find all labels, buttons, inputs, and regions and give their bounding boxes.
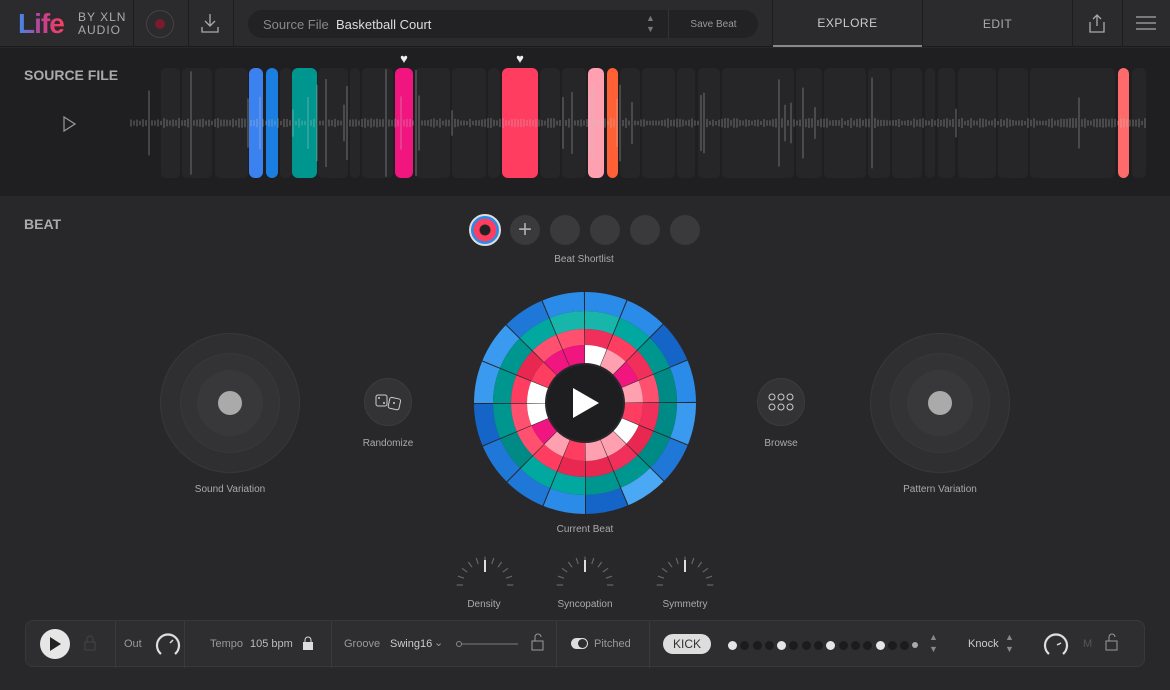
brand-text: BY XLN AUDIO [78, 11, 126, 37]
lock-icon[interactable] [302, 636, 314, 650]
sound-variation-handle[interactable] [218, 391, 242, 415]
share-icon [1089, 14, 1105, 33]
record-icon [155, 19, 165, 29]
step[interactable] [728, 640, 737, 650]
up-down-arrows-icon[interactable]: ▲ ▼ [646, 13, 655, 35]
menu-button[interactable] [1136, 15, 1156, 36]
chevron-down-icon[interactable]: ⌄ [434, 636, 443, 649]
instrument-up-down-icon[interactable]: ▲ ▼ [929, 631, 938, 655]
dice-icon [375, 394, 402, 411]
shortlist-slot[interactable] [590, 215, 620, 245]
tab-edit[interactable]: EDIT [923, 0, 1072, 47]
record-button[interactable] [146, 10, 174, 38]
step[interactable] [875, 640, 885, 650]
tab-explore[interactable]: EXPLORE [773, 0, 922, 47]
out-label: Out [124, 638, 142, 650]
unlock-icon[interactable] [1105, 633, 1119, 651]
shortlist-slot[interactable] [550, 215, 580, 245]
randomize-label: Randomize [362, 438, 414, 449]
step[interactable] [764, 640, 774, 650]
groove-label: Groove [344, 638, 381, 650]
play-icon [50, 637, 61, 651]
sound-name[interactable]: Knock [968, 638, 999, 650]
out-volume-knob[interactable] [154, 631, 182, 659]
play-icon [573, 388, 599, 418]
logo: Life [18, 8, 65, 39]
slice[interactable] [452, 68, 486, 178]
share-button[interactable] [1088, 13, 1106, 38]
step[interactable] [887, 640, 897, 650]
step[interactable] [777, 640, 787, 650]
waveform[interactable]: ♥ ♥ [0, 48, 1170, 196]
download-icon [201, 14, 219, 33]
mute-button[interactable]: M [1083, 638, 1092, 650]
browse-label: Browse [764, 438, 798, 449]
hamburger-icon [1136, 16, 1156, 30]
heart-icon[interactable]: ♥ [516, 51, 524, 66]
pitched-toggle[interactable] [571, 638, 588, 649]
source-file-label: Source File [263, 17, 329, 32]
add-to-shortlist-button[interactable]: + [510, 215, 540, 245]
groove-amount-slider[interactable] [456, 641, 518, 647]
grid-dots-icon [768, 393, 794, 411]
beat-shortlist-label: Beat Shortlist [554, 254, 614, 265]
brand-line2: AUDIO [78, 23, 122, 37]
sound-variation-pad[interactable] [160, 333, 300, 473]
active-slice[interactable] [607, 68, 618, 178]
shortlist-slot[interactable] [670, 215, 700, 245]
pattern-variation-handle[interactable] [928, 391, 952, 415]
current-beat-play-button[interactable] [547, 365, 623, 441]
step-sequence[interactable] [728, 639, 919, 651]
step[interactable] [789, 640, 799, 650]
dials [456, 556, 714, 586]
step[interactable] [826, 640, 836, 650]
top-bar: Life BY XLN AUDIO Source File Basketball … [0, 0, 1170, 47]
bottom-bar: Out Tempo 105 bpm Groove Swing16 ⌄ Pitch… [25, 620, 1145, 668]
instrument-volume-knob[interactable] [1042, 631, 1070, 659]
symmetry-label: Symmetry [662, 599, 708, 610]
step[interactable] [850, 640, 860, 650]
shortlist-slot[interactable] [630, 215, 660, 245]
step[interactable] [801, 640, 811, 650]
unlock-icon[interactable] [531, 633, 545, 651]
step[interactable] [912, 642, 919, 648]
sound-variation-label: Sound Variation [194, 484, 266, 495]
source-file-selector[interactable]: Source File Basketball Court ▲ ▼ Save Bea… [248, 10, 758, 38]
current-beat-label: Current Beat [556, 524, 614, 535]
beat-title: BEAT [24, 216, 62, 232]
tempo-value[interactable]: 105 bpm [250, 638, 293, 650]
step[interactable] [740, 640, 750, 650]
slider-handle[interactable] [456, 641, 462, 647]
randomize-button[interactable] [364, 378, 412, 426]
slice[interactable] [415, 68, 450, 178]
step[interactable] [838, 640, 848, 650]
slice[interactable] [215, 68, 248, 178]
step[interactable] [900, 640, 910, 650]
pattern-variation-pad[interactable] [870, 333, 1010, 473]
browse-button[interactable] [757, 378, 805, 426]
step[interactable] [814, 640, 824, 650]
syncopation-label: Syncopation [557, 599, 613, 610]
density-label: Density [467, 599, 501, 610]
plus-icon: + [517, 216, 532, 243]
save-beat-button[interactable]: Save Beat [668, 10, 758, 38]
pattern-variation-label: Pattern Variation [903, 484, 977, 495]
lock-icon[interactable] [84, 635, 96, 651]
shortlist-beat-1[interactable] [469, 214, 501, 246]
tempo-label: Tempo [210, 638, 244, 650]
source-file-value: Basketball Court [336, 17, 432, 32]
download-button[interactable] [200, 12, 220, 39]
heart-icon[interactable]: ♥ [400, 51, 408, 66]
step[interactable] [752, 640, 762, 650]
step[interactable] [863, 640, 873, 650]
pitched-label: Pitched [594, 638, 631, 650]
instrument-kick-button[interactable]: KICK [663, 634, 711, 654]
play-button[interactable] [40, 629, 70, 659]
groove-value[interactable]: Swing16 [390, 638, 432, 650]
sound-up-down-icon[interactable]: ▲ ▼ [1005, 631, 1014, 655]
